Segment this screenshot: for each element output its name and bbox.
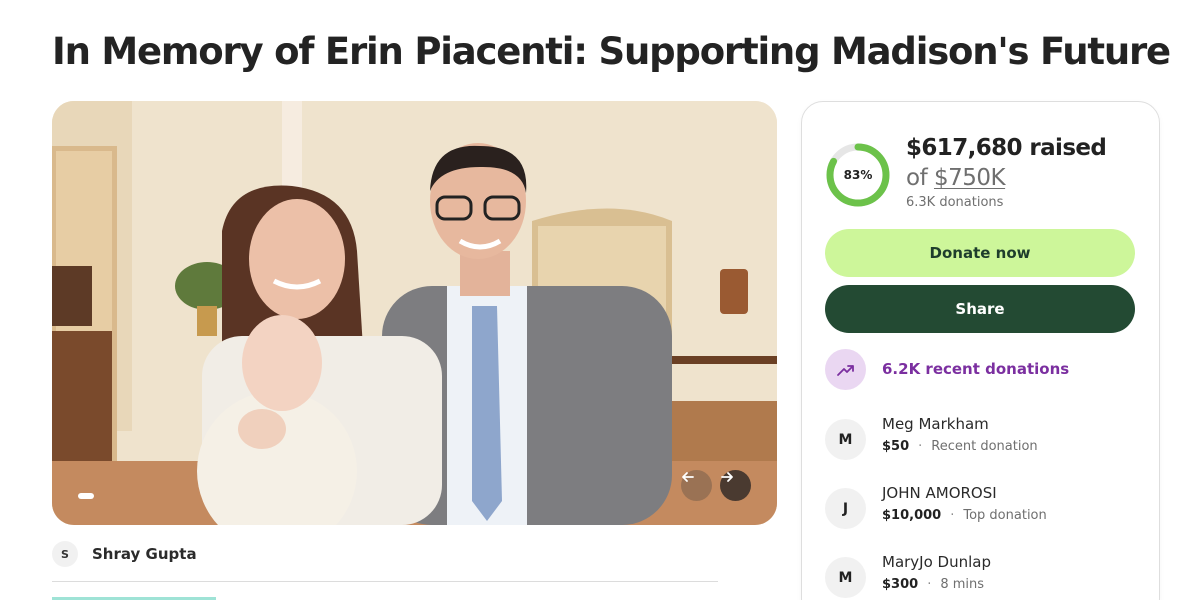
donor-avatar: M	[825, 557, 866, 598]
donation-count: 6.3K donations	[906, 195, 1004, 210]
arrow-right-icon	[721, 472, 733, 482]
donor-note: 8 mins	[940, 577, 985, 592]
donor-item: M MaryJo Dunlap $300 · 8 mins	[825, 553, 1145, 600]
donor-note: Recent donation	[931, 439, 1038, 454]
donor-meta: $50 · Recent donation	[882, 439, 1038, 454]
organizer-name[interactable]: Shray Gupta	[92, 545, 197, 563]
campaign-photo-illustration	[52, 101, 777, 525]
goal-prefix: of	[906, 165, 934, 191]
donor-item: J JOHN AMOROSI $10,000 · Top donation	[825, 484, 1145, 532]
recent-donations-link[interactable]: 6.2K recent donations	[882, 360, 1069, 378]
donor-name: Meg Markham	[882, 415, 989, 433]
organizer[interactable]: S Shray Gupta	[52, 541, 197, 567]
divider	[52, 581, 718, 582]
donor-item: M Meg Markham $50 · Recent donation	[825, 415, 1145, 463]
donor-avatar: M	[825, 419, 866, 460]
page-title: In Memory of Erin Piacenti: Supporting M…	[52, 30, 1171, 73]
donor-name: JOHN AMOROSI	[882, 484, 997, 502]
goal-amount-line: of $750K	[906, 165, 1006, 191]
arrow-left-icon	[682, 472, 694, 482]
donor-meta: $10,000 · Top donation	[882, 508, 1047, 523]
carousel-indicator[interactable]	[78, 493, 94, 499]
share-button[interactable]: Share	[825, 285, 1135, 333]
goal-amount[interactable]: $750K	[934, 165, 1006, 191]
donor-amount: $300	[882, 577, 919, 592]
donor-meta: $300 · 8 mins	[882, 577, 985, 592]
trending-up-icon	[825, 349, 866, 390]
donation-card: 83% $617,680 raised of $750K 6.3K donati…	[801, 101, 1160, 600]
donor-amount: $50	[882, 439, 910, 454]
amount-raised: $617,680 raised	[906, 135, 1107, 161]
donor-note: Top donation	[963, 508, 1047, 523]
carousel-prev-button[interactable]	[681, 470, 712, 501]
carousel-next-button[interactable]	[720, 470, 751, 501]
donate-now-button[interactable]: Donate now	[825, 229, 1135, 277]
donor-avatar: J	[825, 488, 866, 529]
donor-name: MaryJo Dunlap	[882, 553, 991, 571]
campaign-photo[interactable]	[52, 101, 777, 525]
progress-percent: 83%	[843, 168, 873, 182]
organizer-avatar: S	[52, 541, 78, 567]
donor-amount: $10,000	[882, 508, 942, 523]
